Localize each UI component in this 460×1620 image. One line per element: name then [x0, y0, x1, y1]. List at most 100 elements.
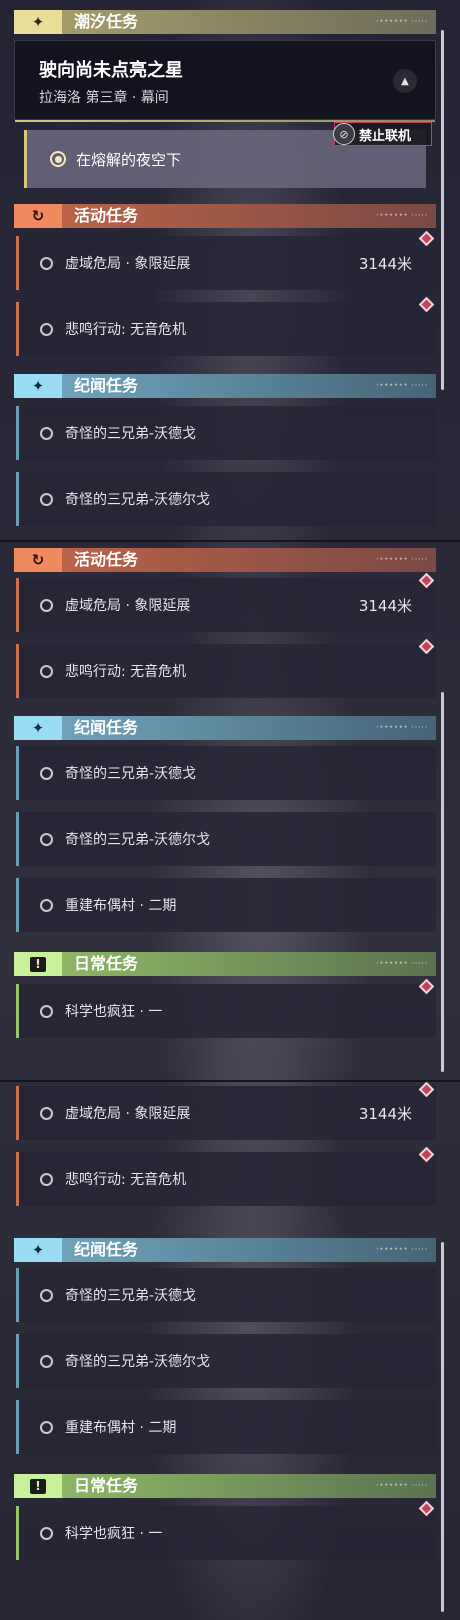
quest-row[interactable]: 重建布偶村 · 二期: [16, 1400, 436, 1454]
quest-radio-icon: [40, 1420, 53, 1434]
quest-row[interactable]: 重建布偶村 · 二期: [16, 878, 436, 932]
section-title: 日常任务: [62, 1474, 436, 1498]
quest-accent-bar: [16, 406, 19, 460]
quest-row[interactable]: 悲鸣行动: 无音危机: [16, 1152, 436, 1206]
scrollbar[interactable]: [441, 692, 444, 1072]
objective-accent-bar: [24, 130, 27, 188]
quest-radio-icon: [40, 426, 53, 440]
quest-accent-bar: [16, 578, 19, 632]
section-title: 纪闻任务: [62, 1238, 436, 1262]
quest-row[interactable]: 奇怪的三兄弟-沃德戈: [16, 1268, 436, 1322]
quest-accent-bar: [16, 302, 19, 356]
quest-row[interactable]: 虚域危局 · 象限延展 3144米: [16, 1086, 436, 1140]
refresh-icon: ↻: [14, 548, 62, 572]
event-quest-header[interactable]: ↻ 活动任务: [14, 204, 436, 228]
section-title: 日常任务: [62, 952, 436, 976]
quest-radio-icon: [40, 766, 53, 780]
quest-row[interactable]: 悲鸣行动: 无音危机: [16, 644, 436, 698]
quest-radio-icon: [40, 832, 53, 846]
quest-panel-2: ↻ 活动任务 虚域危局 · 象限延展 3144米 悲鸣行动: 无音危机 ✦ 纪闻…: [0, 542, 460, 1080]
quest-panel-3: 虚域危局 · 象限延展 3144米 悲鸣行动: 无音危机 ✦ 纪闻任务 奇怪的三…: [0, 1082, 460, 1620]
quest-row[interactable]: 奇怪的三兄弟-沃德尔戈: [16, 812, 436, 866]
quest-row[interactable]: 科学也疯狂 · 一: [16, 984, 436, 1038]
quest-label: 重建布偶村 · 二期: [65, 1420, 177, 1436]
coop-disabled-badge: ⊘ 禁止联机: [333, 122, 432, 146]
quest-distance: 3144米: [358, 254, 412, 273]
scrollbar[interactable]: [441, 1242, 444, 1612]
coop-badge-label: 禁止联机: [359, 128, 412, 144]
sparkle-icon: ✦: [14, 10, 62, 34]
lore-quest-header[interactable]: ✦ 纪闻任务: [14, 716, 436, 740]
quest-accent-bar: [16, 878, 19, 932]
quest-label: 奇怪的三兄弟-沃德戈: [65, 1288, 197, 1304]
scrollbar[interactable]: [441, 30, 444, 390]
quest-accent-bar: [16, 472, 19, 526]
alert-icon: !: [14, 1474, 62, 1498]
quest-row[interactable]: 奇怪的三兄弟-沃德尔戈: [16, 1334, 436, 1388]
quest-row[interactable]: 奇怪的三兄弟-沃德戈: [16, 746, 436, 800]
daily-quest-header[interactable]: ! 日常任务: [14, 1474, 436, 1498]
quest-label: 奇怪的三兄弟-沃德戈: [65, 766, 197, 782]
quest-label: 重建布偶村 · 二期: [65, 898, 177, 914]
quest-radio-icon: [40, 1354, 53, 1368]
quest-accent-bar: [16, 236, 19, 290]
quest-distance: 3144米: [358, 596, 412, 615]
quest-label: 虚域危局 · 象限延展: [65, 1106, 191, 1122]
quest-row[interactable]: 科学也疯狂 · 一: [16, 1506, 436, 1560]
quest-row[interactable]: 虚域危局 · 象限延展 3144米: [16, 236, 436, 290]
quest-label: 科学也疯狂 · 一: [65, 1526, 163, 1542]
main-quest-subtitle: 拉海洛 第三章 · 幕间: [39, 90, 169, 106]
quest-label: 悲鸣行动: 无音危机: [65, 664, 187, 680]
collapse-icon[interactable]: ▲: [393, 69, 417, 93]
quest-row[interactable]: 虚域危局 · 象限延展 3144米: [16, 578, 436, 632]
quest-label: 悲鸣行动: 无音危机: [65, 322, 187, 338]
section-title: 潮汐任务: [62, 10, 436, 34]
quest-panel-1: ✦ 潮汐任务 驶向尚未点亮之星 拉海洛 第三章 · 幕间 ▲ 在熔解的夜空下 ⊘…: [0, 0, 460, 540]
quest-accent-bar: [16, 1086, 19, 1140]
quest-label: 奇怪的三兄弟-沃德戈: [65, 426, 197, 442]
quest-row[interactable]: 奇怪的三兄弟-沃德戈: [16, 406, 436, 460]
quest-radio-icon: [40, 256, 53, 270]
quest-radio-icon: [40, 1288, 53, 1302]
quest-accent-bar: [16, 1334, 19, 1388]
lore-quest-header[interactable]: ✦ 纪闻任务: [14, 374, 436, 398]
quest-accent-bar: [16, 1506, 19, 1560]
quest-distance: 3144米: [358, 1104, 412, 1123]
quest-radio-icon: [40, 1526, 53, 1540]
quest-row[interactable]: 奇怪的三兄弟-沃德尔戈: [16, 472, 436, 526]
quest-label: 虚域危局 · 象限延展: [65, 598, 191, 614]
main-quest-card[interactable]: 驶向尚未点亮之星 拉海洛 第三章 · 幕间 ▲: [14, 40, 436, 122]
lore-quest-header[interactable]: ✦ 纪闻任务: [14, 1238, 436, 1262]
quest-label: 悲鸣行动: 无音危机: [65, 1172, 187, 1188]
section-title: 活动任务: [62, 204, 436, 228]
quest-radio-icon: [40, 322, 53, 336]
tide-quest-header[interactable]: ✦ 潮汐任务: [14, 10, 436, 34]
quest-radio-icon: [40, 1106, 53, 1120]
quest-label: 奇怪的三兄弟-沃德尔戈: [65, 1354, 211, 1370]
sparkle-icon: ✦: [14, 374, 62, 398]
section-title: 纪闻任务: [62, 374, 436, 398]
sparkle-icon: ✦: [14, 716, 62, 740]
quest-accent-bar: [16, 1152, 19, 1206]
quest-accent-bar: [16, 746, 19, 800]
objective-label: 在熔解的夜空下: [76, 150, 182, 169]
daily-quest-header[interactable]: ! 日常任务: [14, 952, 436, 976]
alert-icon: !: [14, 952, 62, 976]
quest-radio-icon: [40, 492, 53, 506]
refresh-icon: ↻: [14, 204, 62, 228]
quest-radio-icon: [40, 898, 53, 912]
event-quest-header[interactable]: ↻ 活动任务: [14, 548, 436, 572]
tracked-radio-icon: [50, 151, 66, 167]
section-title: 纪闻任务: [62, 716, 436, 740]
quest-accent-bar: [16, 812, 19, 866]
quest-radio-icon: [40, 598, 53, 612]
quest-label: 虚域危局 · 象限延展: [65, 256, 191, 272]
quest-radio-icon: [40, 664, 53, 678]
quest-label: 科学也疯狂 · 一: [65, 1004, 163, 1020]
quest-accent-bar: [16, 1400, 19, 1454]
no-coop-icon: ⊘: [333, 123, 355, 145]
quest-accent-bar: [16, 984, 19, 1038]
sparkle-icon: ✦: [14, 1238, 62, 1262]
quest-row[interactable]: 悲鸣行动: 无音危机: [16, 302, 436, 356]
main-quest-title: 驶向尚未点亮之星: [39, 60, 183, 81]
